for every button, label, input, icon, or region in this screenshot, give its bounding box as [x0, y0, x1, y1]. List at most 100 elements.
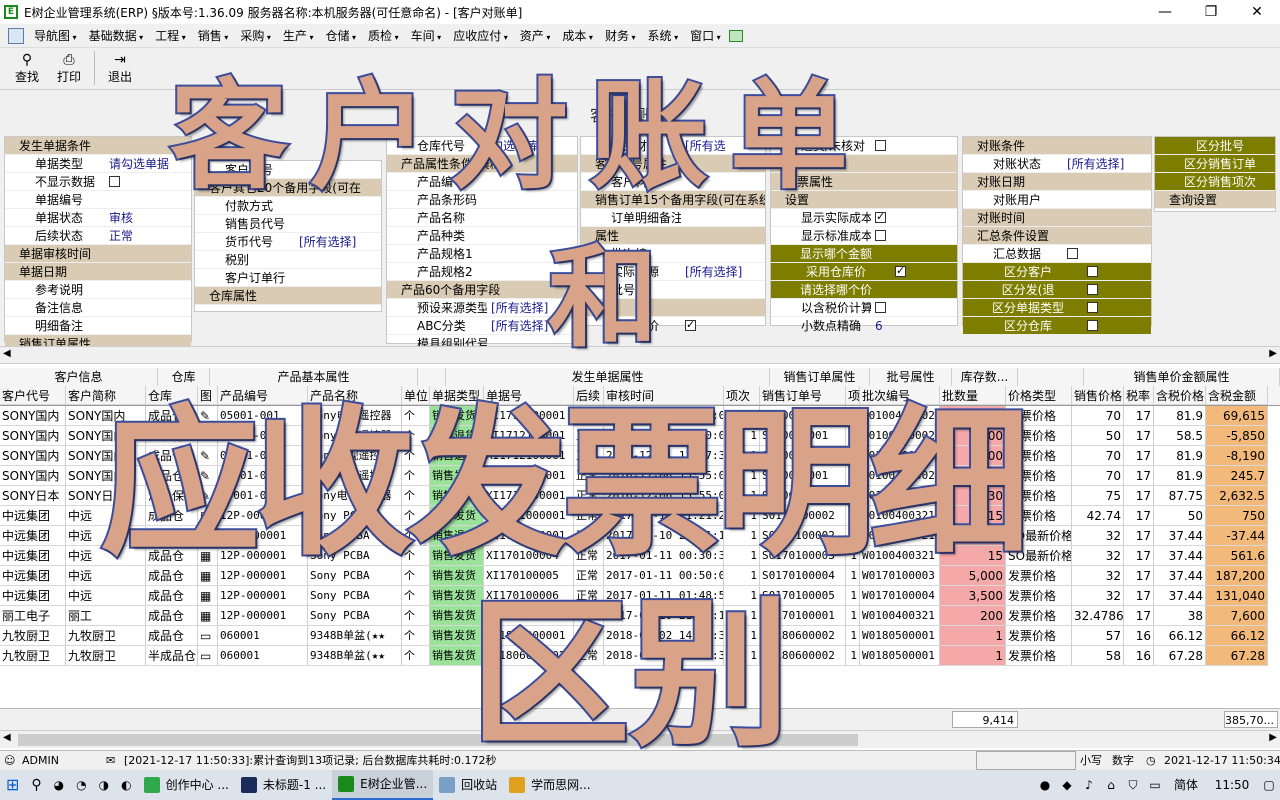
table-cell[interactable]: 50 — [1154, 506, 1206, 526]
table-cell[interactable]: S010040001 — [760, 446, 846, 466]
checkbox[interactable] — [1087, 266, 1098, 277]
table-cell[interactable]: 1 — [846, 426, 860, 446]
property-row[interactable]: 产品财务 [所有选 — [581, 137, 765, 155]
property-row[interactable]: 实际来源 [所有选择] — [581, 263, 765, 281]
property-row[interactable]: 产品编号 — [387, 173, 577, 191]
product-image-icon[interactable]: ▭ — [198, 626, 218, 646]
property-row[interactable]: 仓库代号 勾选仓库 — [387, 137, 577, 155]
group-product-props[interactable]: 产品属性条件[模糊] — [387, 155, 577, 173]
checkbox[interactable] — [685, 317, 696, 334]
menu-window[interactable]: 窗口 — [684, 25, 727, 47]
table-cell[interactable]: 15 — [940, 546, 1006, 566]
checkbox[interactable] — [1087, 284, 1098, 295]
group-settings-2[interactable]: 设置 — [771, 191, 957, 209]
table-cell[interactable]: XI1712100001 — [484, 466, 574, 486]
table-cell[interactable]: 87.75 — [1154, 486, 1206, 506]
table-cell[interactable]: XI170100004 — [484, 546, 574, 566]
table-cell[interactable]: 返修待处理 — [146, 426, 198, 446]
property-row[interactable]: 销售员代号 — [195, 215, 381, 233]
menu-assets[interactable]: 资产 — [514, 25, 557, 47]
group-doc-date[interactable]: 单据日期 — [5, 263, 191, 281]
property-row[interactable]: 批号来 — [581, 281, 765, 299]
column-header[interactable]: 批数量 — [940, 386, 1006, 405]
group-query-settings[interactable]: 查询设置 — [1155, 191, 1275, 209]
table-cell[interactable]: 12P-000001 — [218, 606, 308, 626]
table-cell[interactable]: 1 — [846, 446, 860, 466]
product-image-icon[interactable]: ✎ — [198, 446, 218, 466]
table-cell[interactable]: 成品仓 — [146, 406, 198, 426]
group-document-conditions[interactable]: 发生单据条件 — [5, 137, 191, 155]
group-settings[interactable]: 设置 — [581, 299, 765, 317]
table-cell[interactable]: 成品仓 — [146, 606, 198, 626]
table-cell[interactable]: 发票价格 — [1006, 626, 1072, 646]
group-tax-price[interactable]: 税价 — [771, 155, 957, 173]
table-cell[interactable]: 32 — [1072, 526, 1124, 546]
table-cell[interactable]: S010040001 — [760, 486, 846, 506]
checkbox[interactable] — [109, 176, 120, 187]
group-customer-extra[interactable]: 客户其它20个备用字段(可在 — [195, 179, 381, 197]
table-cell[interactable]: 060001 — [218, 646, 308, 666]
table-cell[interactable]: 17 — [1124, 466, 1154, 486]
table-cell[interactable]: 1 — [724, 526, 760, 546]
table-cell[interactable]: 16 — [1124, 646, 1154, 666]
table-cell[interactable]: 成品仓 — [146, 566, 198, 586]
checkbox[interactable] — [1087, 320, 1098, 331]
table-cell[interactable]: W0100400321 — [860, 606, 940, 626]
table-cell[interactable]: SONY日本 — [0, 486, 66, 506]
table-cell[interactable]: 1 — [846, 606, 860, 626]
table-cell[interactable]: Sony电视遥控器 — [308, 406, 402, 426]
table-cell[interactable]: 2017-01-11 00:30:33 — [604, 546, 724, 566]
checkbox[interactable] — [875, 230, 886, 241]
group-audit-time[interactable]: 单据审核时间 — [5, 245, 191, 263]
table-cell[interactable]: W0100400002 — [860, 466, 940, 486]
grid-horizontal-scrollbar[interactable]: ◀ ▶ — [0, 730, 1280, 748]
table-row[interactable]: 九牧厨卫 九牧厨卫 半成品仓 ▭ 060001 9348B单盆(★★ 个销售发货 XI1806… — [0, 646, 1280, 666]
table-cell[interactable]: 2010-12-01 12:00:00 — [604, 426, 724, 446]
app-icon[interactable]: ◔ — [70, 770, 92, 800]
table-cell[interactable]: 70 — [1072, 406, 1124, 426]
column-header[interactable]: 项 — [846, 386, 860, 405]
app-icon[interactable]: ◐ — [115, 770, 137, 800]
menu-purchase[interactable]: 采购 — [234, 25, 277, 47]
table-cell[interactable]: 81.9 — [1154, 446, 1206, 466]
table-cell[interactable]: 32.47863 — [1072, 606, 1124, 626]
table-cell[interactable]: 32 — [1072, 586, 1124, 606]
property-row[interactable]: 区分批号 — [1155, 137, 1275, 155]
table-cell[interactable]: 发票价格 — [1006, 506, 1072, 526]
table-cell[interactable]: Sony PCBA — [308, 506, 402, 526]
property-row[interactable]: 产品规格2 — [387, 263, 577, 281]
volume-icon[interactable]: ♪ — [1078, 770, 1100, 800]
column-header[interactable]: 价格类型 — [1006, 386, 1072, 405]
table-cell[interactable]: -8,190 — [1206, 446, 1268, 466]
table-cell[interactable]: 个 — [402, 426, 430, 446]
property-row[interactable]: 明细备注 — [5, 317, 191, 335]
table-cell[interactable]: 750 — [1206, 506, 1268, 526]
table-cell[interactable]: 50 — [1072, 426, 1124, 446]
table-cell[interactable]: SONY国内 — [66, 446, 146, 466]
table-cell[interactable]: 2017-01-10 21:21:27 — [604, 506, 724, 526]
table-cell[interactable]: W0100400002 — [860, 426, 940, 446]
table-cell[interactable]: 发票价格 — [1006, 566, 1072, 586]
table-cell[interactable]: 32 — [1072, 546, 1124, 566]
product-image-icon[interactable]: ✎ — [198, 426, 218, 446]
actual-cost-checkbox-cell[interactable] — [871, 209, 957, 226]
print-button[interactable]: ⎙ 打印 — [48, 48, 90, 88]
menu-basic-data[interactable]: 基础数据 — [83, 25, 150, 47]
table-cell[interactable]: 个 — [402, 406, 430, 426]
by-customer-checkbox-cell[interactable] — [1083, 263, 1151, 280]
property-row[interactable]: 付款方式 — [195, 197, 381, 215]
table-cell[interactable]: 正常 — [574, 586, 604, 606]
table-cell[interactable]: XI1701000001 — [484, 526, 574, 546]
table-cell[interactable]: Sony PCBA — [308, 526, 402, 546]
property-row[interactable]: 备注信息 — [5, 299, 191, 317]
tray-app-icon[interactable]: ◆ — [1056, 770, 1078, 800]
table-cell[interactable]: 九牧厨卫 — [0, 626, 66, 646]
table-cell[interactable]: 17 — [1124, 586, 1154, 606]
table-cell[interactable]: 12P-000001 — [218, 566, 308, 586]
table-cell[interactable]: 中远 — [66, 526, 146, 546]
taskbar-app[interactable]: 回收站 — [433, 770, 503, 800]
table-cell[interactable]: 57 — [1072, 626, 1124, 646]
product-image-icon[interactable]: ▦ — [198, 586, 218, 606]
table-cell[interactable]: S0170100001 — [760, 606, 846, 626]
table-cell[interactable]: 1 — [724, 486, 760, 506]
